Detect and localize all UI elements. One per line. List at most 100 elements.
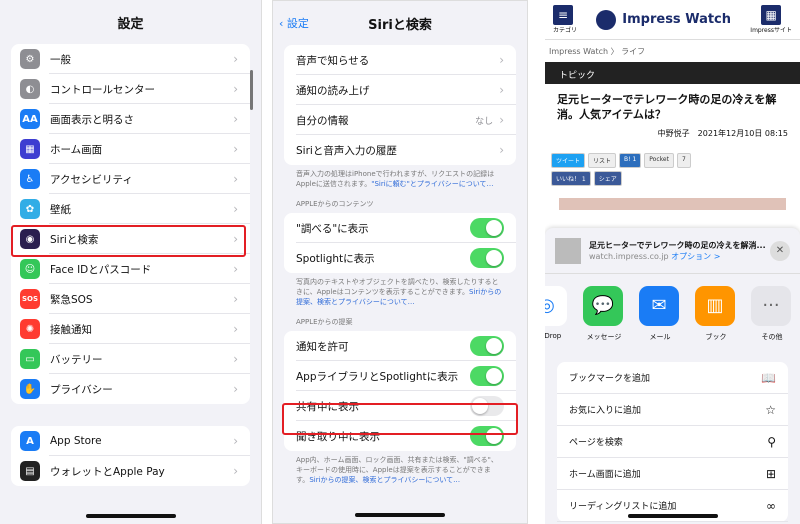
share-app[interactable]: 💬 メッセージ xyxy=(583,286,625,362)
home-indicator xyxy=(85,514,176,518)
chevron-right-icon: › xyxy=(233,322,238,336)
logo[interactable]: Impress Watch xyxy=(596,9,732,30)
back-label: 設定 xyxy=(286,17,309,30)
social-button[interactable]: シェア xyxy=(593,171,622,186)
settings-item[interactable]: ✋ プライバシー › xyxy=(11,374,250,404)
settings-item[interactable]: 自分の情報 なし › xyxy=(284,105,516,135)
social-button[interactable]: リスト xyxy=(588,153,617,168)
article-headline: 足元ヒーターでテレワーク時の足の冷えを解消。人気アイテムは？ xyxy=(557,93,777,121)
settings-item[interactable]: 通知の読み上げ › xyxy=(284,75,516,105)
action-icon: ⊞ xyxy=(765,466,776,481)
chevron-right-icon: › xyxy=(233,434,238,448)
toggle-switch[interactable] xyxy=(470,248,504,268)
chevron-right-icon: › xyxy=(499,113,504,127)
app-label: ブック xyxy=(705,333,727,341)
footer-note-2: 写真内のテキストやオブジェクトを調べたり、検索したりするときに、Appleはコン… xyxy=(273,273,527,309)
item-label: ウォレットとApple Pay xyxy=(50,465,165,478)
books-icon: ▥ xyxy=(695,286,735,326)
close-icon[interactable]: ✕ xyxy=(770,240,790,261)
settings-item[interactable]: ☺ Face IDとパスコード › xyxy=(11,254,250,284)
chevron-right-icon: › xyxy=(499,143,504,157)
home-indicator xyxy=(627,514,718,518)
settings-item[interactable]: 音声で知らせる › xyxy=(284,45,516,75)
settings-item[interactable]: ✿ 壁紙 › xyxy=(11,194,250,224)
options-link[interactable]: オプション > xyxy=(671,252,720,261)
share-app[interactable]: ▥ ブック xyxy=(695,286,737,362)
social-button[interactable]: Pocket xyxy=(644,153,674,168)
settings-item[interactable]: "調べる"に表示 xyxy=(284,213,516,243)
settings-item[interactable]: AppライブラリとSpotlightに表示 xyxy=(284,361,516,391)
toggle-switch[interactable] xyxy=(470,336,504,356)
settings-item[interactable]: ◐ コントロールセンター › xyxy=(11,74,250,104)
settings-item[interactable]: AA 画面表示と明るさ › xyxy=(11,104,250,134)
menu-icon: ≡ xyxy=(553,5,573,25)
share-action[interactable]: お気に入りに追加 ☆ xyxy=(557,394,788,426)
category-button[interactable]: ≡ カテゴリ xyxy=(553,5,577,34)
crumb-life[interactable]: ライフ xyxy=(621,47,645,56)
share-app[interactable]: ◎ AirDrop xyxy=(545,286,569,362)
sites-button[interactable]: ▦ Impressサイト xyxy=(750,5,792,34)
crumb-home[interactable]: Impress Watch xyxy=(549,47,608,56)
privacy-link[interactable]: "Siriに頼む"とプライバシーについて… xyxy=(371,180,493,188)
back-button[interactable]: ‹ 設定 xyxy=(279,15,309,31)
social-button[interactable]: いいね！ 1 xyxy=(551,171,591,186)
mail-icon: ✉ xyxy=(639,286,679,326)
privacy-link[interactable]: Siriからの提案、検索とプライバシーについて… xyxy=(309,476,460,484)
chevron-right-icon: › xyxy=(233,142,238,156)
settings-item[interactable]: ♿ アクセシビリティ › xyxy=(11,164,250,194)
share-action[interactable]: ブックマークを追加 📖 xyxy=(557,362,788,394)
scrollbar[interactable] xyxy=(250,70,253,110)
settings-item[interactable]: ✺ 接触通知 › xyxy=(11,314,250,344)
social-button[interactable]: 7 xyxy=(676,153,691,168)
share-app[interactable]: ··· その他 xyxy=(751,286,793,362)
item-label: 接触通知 xyxy=(50,323,92,336)
share-action[interactable]: ホーム画面に追加 ⊞ xyxy=(557,458,788,490)
settings-item[interactable]: Siriと音声入力の履歴 › xyxy=(284,135,516,165)
settings-item[interactable]: ▤ ウォレットとApple Pay › xyxy=(11,456,250,486)
item-label: 緊急SOS xyxy=(50,293,93,306)
footer-note-3: App内、ホーム画面、ロック画面、共有または検索、"調べる"、キーボードの使用時… xyxy=(273,451,527,487)
item-value: なし xyxy=(475,116,494,127)
actions-list: ブックマークを追加 📖 お気に入りに追加 ☆ ページを検索 ⚲ ホーム画面に追加 ⊞ リーディン… xyxy=(557,362,788,522)
toggle-switch[interactable] xyxy=(470,218,504,238)
gear-icon: ⚙ xyxy=(20,49,40,69)
page-title: 設定 xyxy=(117,16,144,32)
app-store-icon: A xyxy=(20,431,40,451)
action-icon: 📖 xyxy=(761,370,776,385)
settings-item[interactable]: Spotlightに表示 xyxy=(284,243,516,273)
share-app[interactable]: ✉ メール xyxy=(639,286,681,362)
page-title: Siriと検索 xyxy=(368,17,432,33)
item-label: 壁紙 xyxy=(50,203,71,216)
chevron-right-icon: › xyxy=(233,52,238,66)
app-label: その他 xyxy=(761,333,783,341)
app-label: メール xyxy=(649,333,671,341)
settings-item[interactable]: ⚙ 一般 › xyxy=(11,44,250,74)
item-label: Spotlightに表示 xyxy=(296,252,375,265)
settings-item[interactable]: ▦ ホーム画面 › xyxy=(11,134,250,164)
social-button[interactable]: ツイート xyxy=(551,153,586,168)
toggle-switch[interactable] xyxy=(470,366,504,386)
item-label: コントロールセンター xyxy=(50,83,155,96)
hand-icon: ✋ xyxy=(20,379,40,399)
share-sheet: 足元ヒーターでテレワーク時の足の冷えを解消... watch.impress.co… xyxy=(545,228,800,524)
action-icon: ∞ xyxy=(766,498,776,513)
settings-panel: 設定 ⚙ 一般 › ◐ コントロールセンター › AA 画面表示と明るさ › ▦ ホーム画面 › ♿ アク… xyxy=(0,0,262,524)
settings-item[interactable]: 通知を許可 xyxy=(284,331,516,361)
settings-item[interactable]: ▭ バッテリー › xyxy=(11,344,250,374)
settings-item[interactable]: A App Store › xyxy=(11,426,250,456)
wallpaper-icon: ✿ xyxy=(20,199,40,219)
item-label: 画面表示と明るさ xyxy=(50,113,134,126)
category-label: カテゴリ xyxy=(553,27,578,34)
item-label: AppライブラリとSpotlightに表示 xyxy=(296,370,459,383)
settings-group-apps: A App Store › ▤ ウォレットとApple Pay › xyxy=(11,426,250,486)
settings-item[interactable]: SOS 緊急SOS › xyxy=(11,284,250,314)
chevron-right-icon: › xyxy=(233,82,238,96)
item-label: "調べる"に表示 xyxy=(296,222,369,235)
item-label: App Store xyxy=(50,435,102,447)
highlight-siri xyxy=(11,225,246,257)
sites-label: Impressサイト xyxy=(750,27,792,34)
logo-text: Impress Watch xyxy=(622,12,732,27)
wallet-icon: ▤ xyxy=(20,461,40,481)
share-action[interactable]: ページを検索 ⚲ xyxy=(557,426,788,458)
social-button[interactable]: B! 1 xyxy=(619,153,642,168)
